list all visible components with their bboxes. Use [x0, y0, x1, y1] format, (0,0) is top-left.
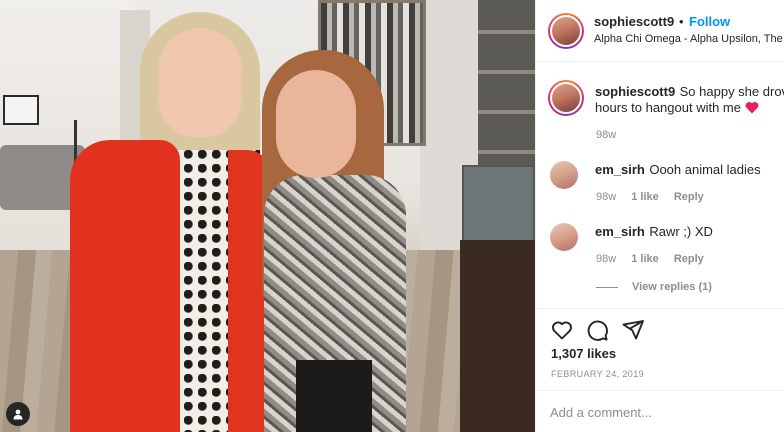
photo-wall-frame	[3, 95, 39, 125]
view-replies-label: View replies (1)	[632, 281, 712, 293]
comment-username[interactable]: em_sirh	[595, 224, 645, 239]
view-replies-button[interactable]: View replies (1)	[596, 281, 712, 293]
post-location[interactable]: Alpha Chi Omega - Alpha Upsilon, The	[594, 33, 784, 45]
caption-text-line2: hours to hangout with me	[595, 100, 741, 115]
likes-count[interactable]: 1,307 likes	[551, 346, 616, 361]
header-avatar[interactable]	[548, 13, 584, 49]
share-icon[interactable]	[621, 318, 645, 342]
comment-likes[interactable]: 1 like	[631, 191, 659, 203]
heart-icon	[746, 101, 759, 114]
comment-likes[interactable]: 1 like	[631, 253, 659, 265]
add-comment-bar	[536, 390, 784, 432]
comments-list[interactable]: sophiescott9 So happy she drove hours to…	[536, 62, 784, 308]
heart-outline-icon[interactable]	[550, 318, 574, 342]
reply-button[interactable]: Reply	[674, 191, 704, 203]
comment-age[interactable]: 98w	[596, 191, 616, 203]
post-header: sophiescott9 • Follow Alpha Chi Omega - …	[536, 0, 784, 62]
replies-divider	[596, 286, 618, 288]
comment-age[interactable]: 98w	[596, 253, 616, 265]
photo-piano	[460, 240, 535, 432]
caption-username[interactable]: sophiescott9	[595, 84, 675, 99]
post-actions: 1,307 likes FEBRUARY 24, 2019	[536, 308, 784, 388]
follow-button[interactable]: Follow	[689, 14, 730, 29]
caption-age[interactable]: 98w	[596, 129, 616, 141]
reply-button[interactable]: Reply	[674, 253, 704, 265]
header-separator: •	[679, 14, 684, 29]
tagged-users-icon[interactable]	[6, 402, 30, 426]
post-photo[interactable]	[0, 0, 535, 432]
comment-icon[interactable]	[585, 318, 609, 342]
post-panel: sophiescott9 • Follow Alpha Chi Omega - …	[535, 0, 784, 432]
add-comment-input[interactable]	[550, 402, 775, 422]
comment-avatar[interactable]	[550, 223, 578, 251]
comment-username[interactable]: em_sirh	[595, 162, 645, 177]
comment-text: Rawr ;) XD	[649, 224, 713, 239]
comment-text: Oooh animal ladies	[649, 162, 761, 177]
caption-text-line1: So happy she drove	[679, 84, 784, 99]
comment-avatar[interactable]	[550, 161, 578, 189]
caption-avatar[interactable]	[548, 80, 584, 116]
header-username[interactable]: sophiescott9	[594, 14, 674, 29]
post-date[interactable]: FEBRUARY 24, 2019	[551, 369, 644, 379]
